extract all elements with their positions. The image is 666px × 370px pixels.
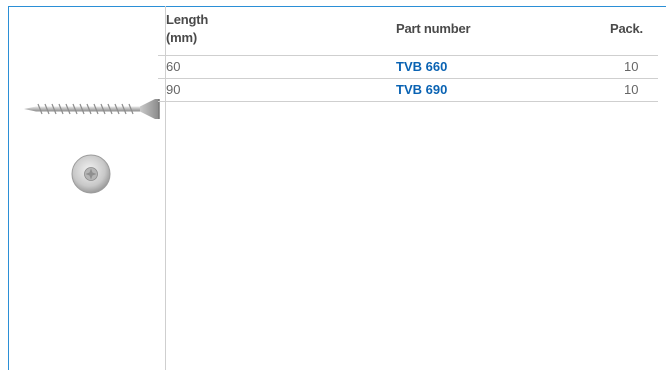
table-row: 90 TVB 690 10 xyxy=(158,79,658,101)
part-number-column-header: Part number xyxy=(396,21,471,36)
screw-head-top-icon xyxy=(71,154,111,194)
pack-cell: 10 xyxy=(624,59,639,74)
table-row: 60 TVB 660 10 xyxy=(158,56,658,78)
length-cell: 90 xyxy=(166,82,181,97)
pack-column-header: Pack. xyxy=(610,21,643,36)
length-column-header: Length (mm) xyxy=(166,12,209,45)
part-number-link[interactable]: TVB 690 xyxy=(396,82,447,97)
row-divider xyxy=(158,101,658,102)
pack-cell: 10 xyxy=(624,82,639,97)
countersunk-screw-side-icon xyxy=(24,99,160,119)
table-header-row: Length (mm) Part number Pack. xyxy=(158,7,658,55)
part-number-link[interactable]: TVB 660 xyxy=(396,59,447,74)
product-image-panel xyxy=(9,7,165,370)
length-cell: 60 xyxy=(166,59,181,74)
